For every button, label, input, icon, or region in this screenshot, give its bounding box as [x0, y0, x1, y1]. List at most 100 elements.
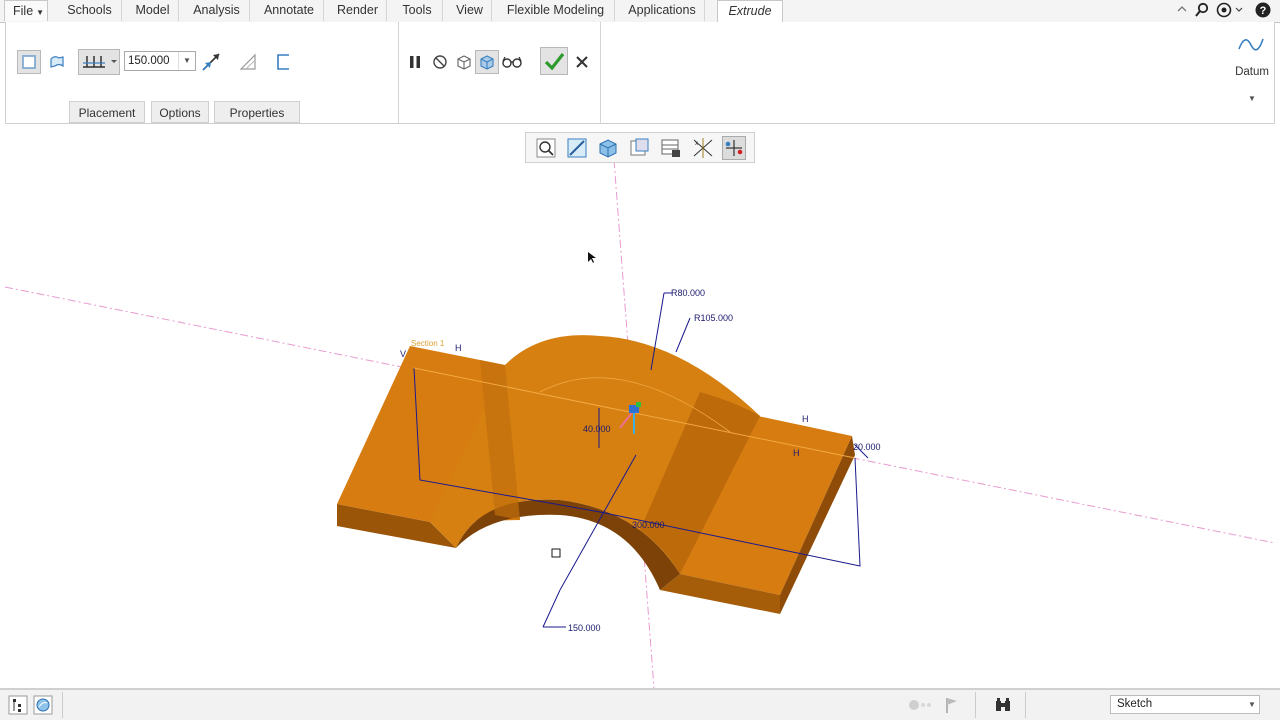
help-icon[interactable]: ? [1255, 2, 1271, 18]
blind-depth-icon [83, 56, 117, 68]
tab-placement[interactable]: Placement [69, 101, 145, 123]
cancel-button[interactable] [570, 50, 594, 74]
vertical-constraint-mark: V [400, 349, 406, 359]
model-tree-toggle-button[interactable] [8, 695, 28, 715]
chevron-down-icon[interactable]: ▼ [178, 52, 195, 70]
depth-input-box: ▼ [124, 51, 196, 71]
separate-preview-icon [457, 55, 471, 70]
collapse-ribbon-icon[interactable] [1174, 2, 1190, 18]
tab-render[interactable]: Render [329, 0, 387, 21]
pause-icon [410, 56, 420, 68]
browser-toggle-button[interactable] [33, 695, 53, 715]
saved-views-icon [630, 138, 649, 156]
divider [62, 692, 63, 718]
datum-curve-icon [1238, 38, 1264, 51]
file-menu-label: File [13, 4, 34, 18]
chevron-down-icon: ▼ [36, 8, 45, 17]
separate-preview-button[interactable] [452, 50, 476, 74]
zoom-icon [536, 138, 556, 158]
flag-icon[interactable] [941, 695, 961, 715]
repaint-icon [567, 138, 587, 158]
find-button[interactable] [993, 695, 1013, 715]
search-icon[interactable] [1194, 2, 1210, 18]
tab-tools[interactable]: Tools [392, 0, 443, 21]
datum-button[interactable] [1235, 30, 1267, 60]
no-preview-button[interactable] [428, 50, 452, 74]
tab-flexible-modeling[interactable]: Flexible Modeling [497, 0, 615, 21]
shaded-cube-icon [599, 139, 617, 158]
graphics-toolbar: x [525, 132, 755, 163]
dim-20[interactable]: 20.000 [853, 442, 881, 452]
file-menu[interactable]: File ▼ [4, 0, 48, 21]
datum-display-icon: x [693, 138, 713, 158]
horizontal-constraint-mark: H [455, 343, 462, 353]
ok-button[interactable] [540, 47, 568, 75]
dim-150[interactable]: 150.000 [568, 623, 601, 633]
model-tree-icon [8, 695, 28, 715]
pause-button[interactable] [403, 50, 427, 74]
dim-r80[interactable]: R80.000 [671, 288, 705, 298]
tab-properties[interactable]: Properties [214, 101, 300, 123]
view-manager-button[interactable] [659, 136, 683, 160]
display-style-button[interactable] [596, 136, 620, 160]
chevron-down-icon[interactable]: ▼ [1245, 696, 1259, 713]
verify-button[interactable] [500, 50, 524, 74]
flip-direction-button[interactable] [199, 50, 223, 74]
svg-text:x: x [695, 141, 698, 147]
svg-text:?: ? [1260, 5, 1267, 17]
selection-filter-value: Sketch [1117, 698, 1153, 710]
sketch-display-icon [725, 140, 743, 156]
divider [975, 692, 976, 718]
datum-display-button[interactable]: x [691, 136, 715, 160]
joined-preview-icon [480, 55, 494, 70]
thicken-sketch-button[interactable] [272, 50, 296, 74]
tab-annotate[interactable]: Annotate [255, 0, 324, 21]
divider [1025, 692, 1026, 718]
extrude-solid-button[interactable] [17, 50, 41, 74]
no-preview-icon [433, 55, 447, 69]
depth-value-input[interactable] [128, 53, 180, 69]
datum-label: Datum [1235, 66, 1269, 78]
horizontal-constraint-mark: H [802, 414, 809, 424]
dim-40[interactable]: 40.000 [583, 424, 611, 434]
community-icon[interactable] [1216, 2, 1244, 18]
dim-300[interactable]: 300.000 [632, 520, 665, 530]
refit-button[interactable] [534, 136, 558, 160]
checkmark-icon [544, 53, 565, 71]
remove-material-icon [239, 53, 256, 70]
tab-extrude[interactable]: Extrude [717, 0, 783, 23]
thicken-sketch-icon [277, 54, 289, 70]
tab-analysis[interactable]: Analysis [184, 0, 250, 21]
model-viewport[interactable]: R80.000 R105.000 40.000 300.000 20.000 1… [0, 124, 1280, 689]
section-label: Section 1 [411, 339, 445, 348]
selection-filter-dropdown[interactable]: Sketch ▼ [1110, 695, 1260, 714]
regeneration-status-icon [906, 695, 936, 715]
view-manager-icon [661, 139, 680, 157]
graphics-window[interactable]: R80.000 R105.000 40.000 300.000 20.000 1… [0, 124, 1280, 689]
remove-material-button[interactable] [236, 50, 260, 74]
repaint-button[interactable] [565, 136, 589, 160]
status-bar: Sketch ▼ [0, 688, 1280, 720]
flip-direction-icon [202, 53, 220, 71]
binoculars-icon [996, 698, 1010, 711]
tab-view[interactable]: View [448, 0, 492, 21]
divider [600, 22, 601, 123]
sketcher-display-button[interactable] [722, 136, 746, 160]
saved-orientations-button[interactable] [627, 136, 651, 160]
mouse-cursor-icon [588, 252, 596, 263]
solid-icon [22, 55, 36, 69]
extrude-surface-button[interactable] [45, 50, 69, 74]
tab-applications[interactable]: Applications [620, 0, 705, 21]
tab-options[interactable]: Options [151, 101, 209, 123]
dim-r105[interactable]: R105.000 [694, 313, 733, 323]
tab-model[interactable]: Model [127, 0, 179, 21]
joined-preview-button[interactable] [475, 50, 499, 74]
glasses-icon [502, 56, 522, 68]
surface-icon [50, 56, 64, 68]
menu-bar: File ▼ Schools Model Analysis Annotate Re… [0, 0, 1280, 23]
divider [398, 22, 399, 123]
chevron-down-icon[interactable]: ▼ [1246, 94, 1258, 103]
horizontal-constraint-mark: H [793, 448, 800, 458]
depth-option-button[interactable] [78, 49, 120, 75]
tab-schools[interactable]: Schools [58, 0, 122, 21]
